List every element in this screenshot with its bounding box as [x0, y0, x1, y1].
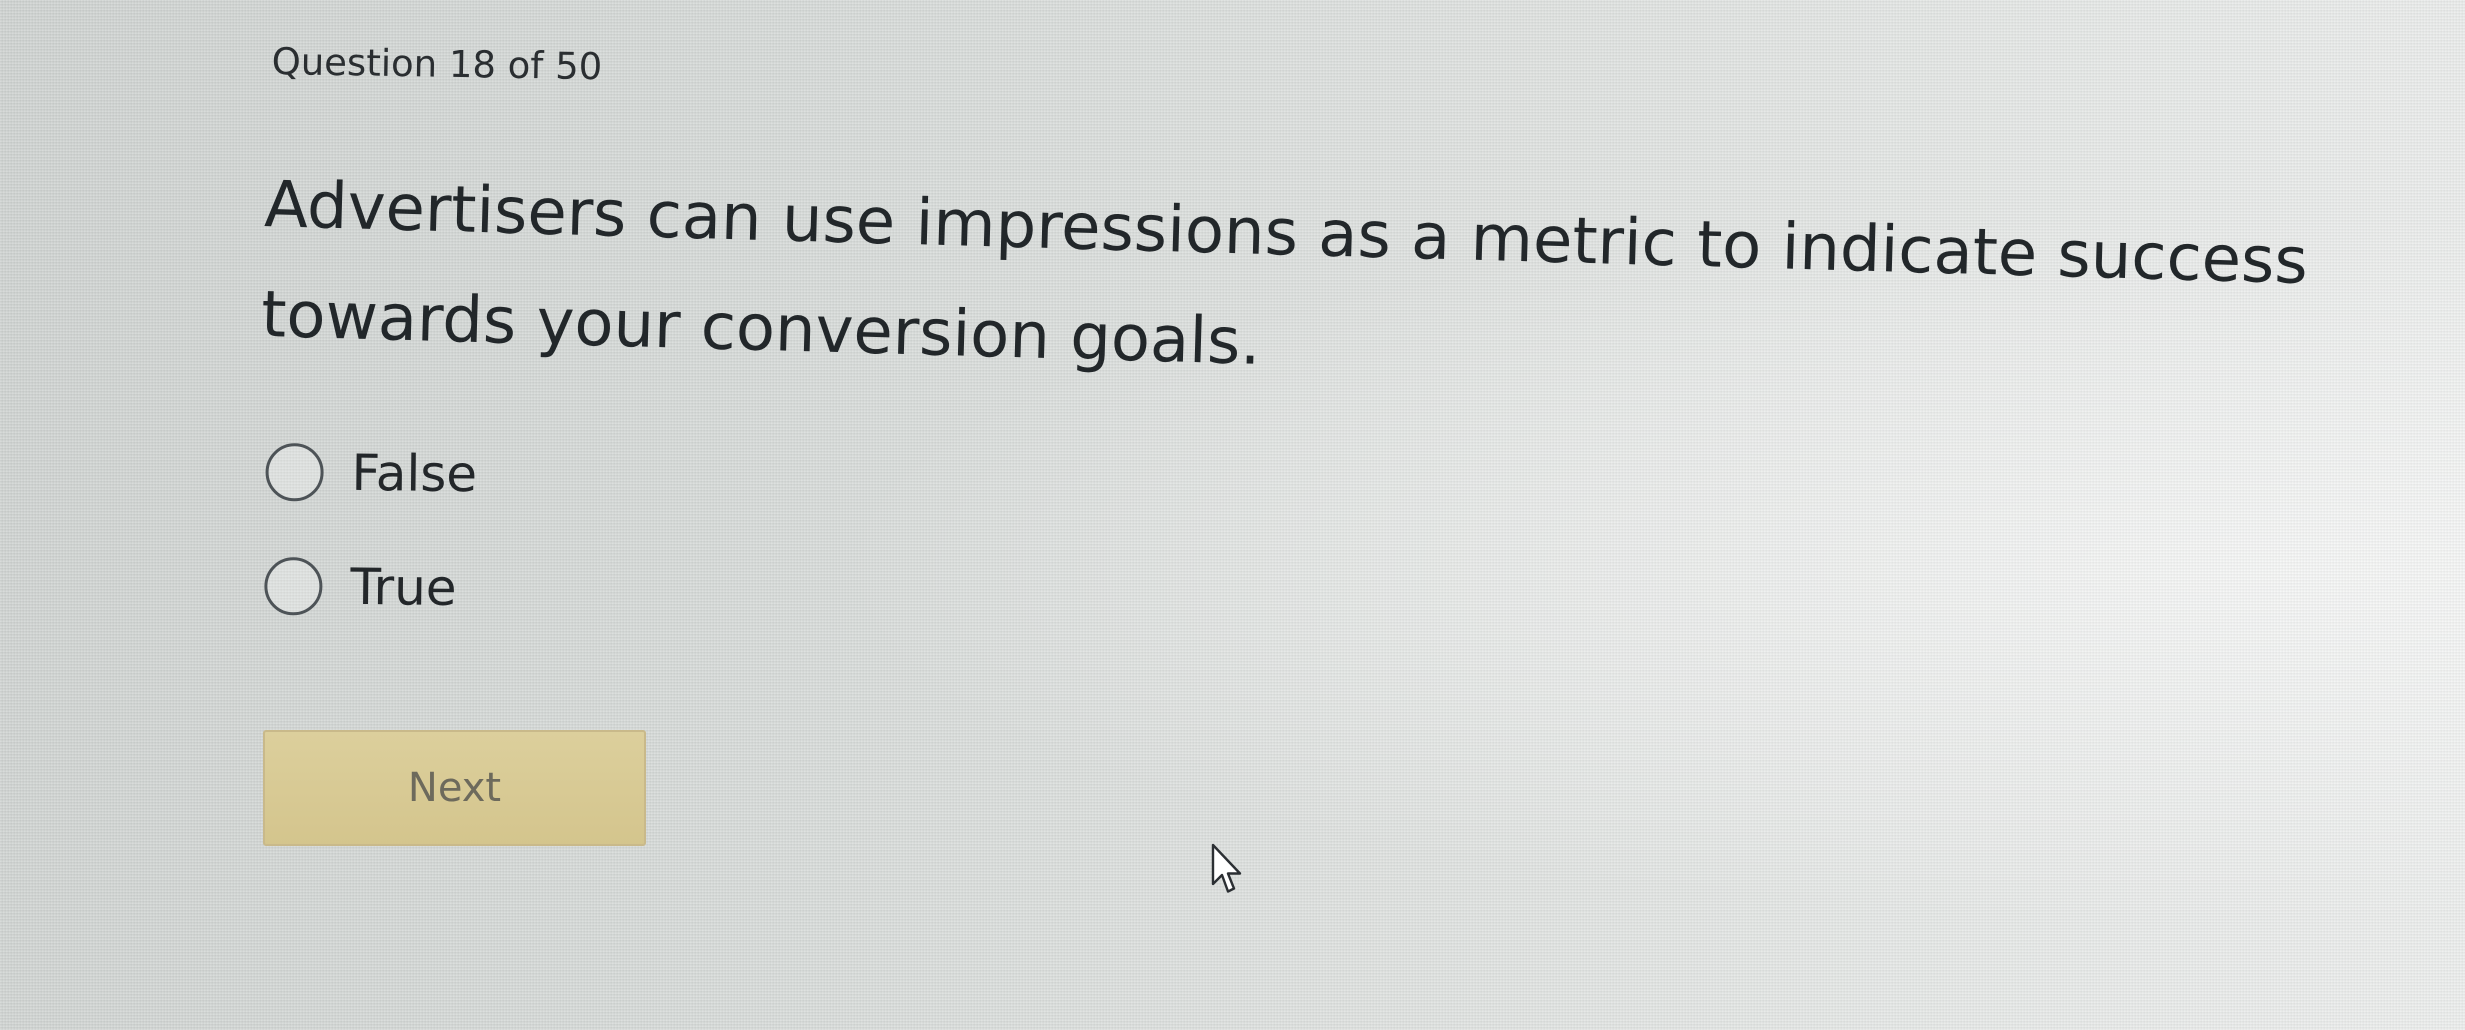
radio-button[interactable]: [264, 556, 323, 616]
question-counter: Question 18 of 50: [271, 40, 603, 89]
option-false[interactable]: False: [265, 432, 477, 514]
next-button[interactable]: Next: [263, 730, 646, 846]
option-true[interactable]: True: [264, 546, 476, 628]
mouse-pointer-icon: [1211, 843, 1242, 893]
quiz-page: Question 18 of 50 Advertisers can use im…: [0, 0, 2465, 1030]
question-text: Advertisers can use impressions as a met…: [260, 167, 2309, 380]
option-label: False: [351, 443, 478, 504]
option-label: True: [350, 557, 457, 618]
answer-options: False True: [264, 432, 478, 662]
radio-button[interactable]: [265, 442, 324, 502]
